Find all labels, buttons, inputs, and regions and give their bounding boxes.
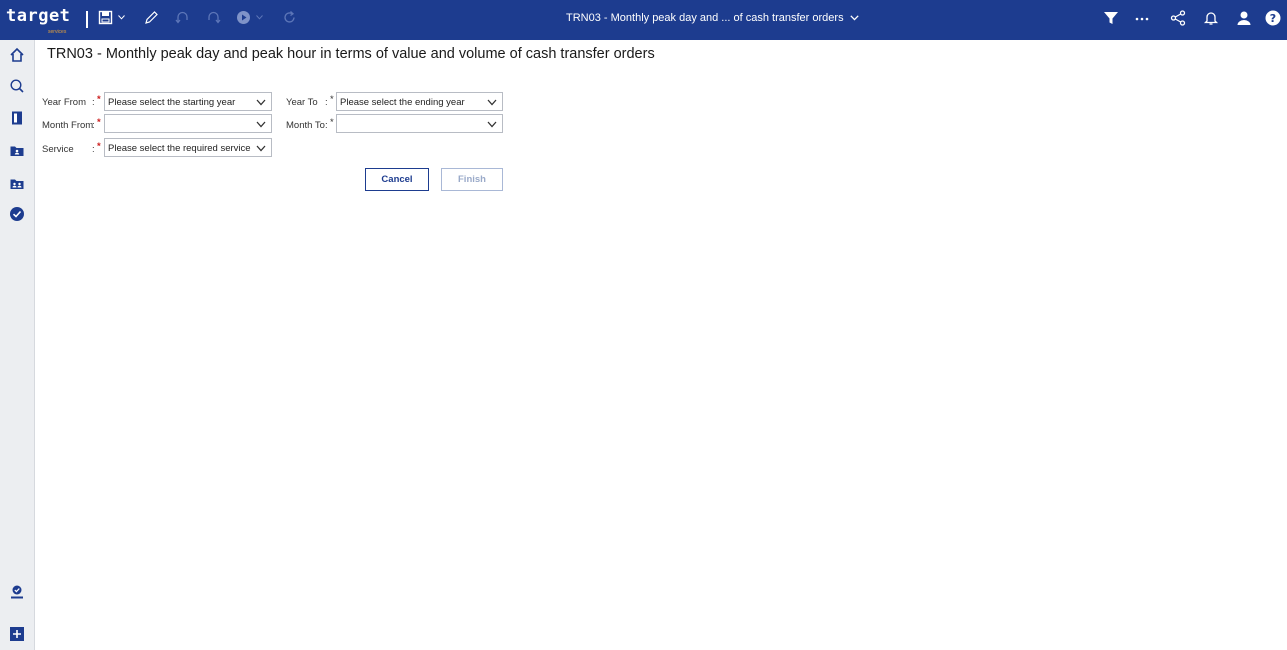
svg-text:?: ? [1270,12,1276,25]
more-options-icon[interactable] [1134,10,1150,26]
year-from-colon: : [92,97,95,108]
check-circle-icon[interactable] [9,206,25,222]
user-check-icon[interactable] [9,584,25,600]
save-dropdown-chevron-icon[interactable] [118,15,125,20]
finish-button[interactable]: Finish [441,168,503,191]
service-required-mark: * [97,141,101,152]
month-from-label: Month From [42,120,94,131]
year-from-label: Year From [42,97,86,108]
year-from-required-mark: * [97,94,101,105]
redo-icon[interactable] [206,10,221,25]
edit-pencil-icon[interactable] [144,10,159,25]
service-value: Please select the required service [108,143,251,154]
logo-text: target [6,6,71,26]
chevron-down-icon [487,98,497,109]
undo-icon[interactable] [175,10,190,25]
run-icon[interactable] [236,10,251,25]
month-from-select[interactable] [104,114,272,133]
service-select[interactable]: Please select the required service [104,138,272,157]
year-to-select[interactable]: Please select the ending year [336,92,503,111]
team-folder-icon[interactable] [9,176,25,192]
service-colon: : [92,144,95,155]
logo-subtext: services [48,29,67,35]
folder-icon[interactable] [9,143,25,159]
target-logo[interactable]: target services [6,6,71,36]
document-title-dropdown[interactable]: TRN03 - Monthly peak day and ... of cash… [566,12,859,24]
chevron-down-icon [256,98,266,109]
notification-bell-icon[interactable] [1203,10,1219,26]
save-icon[interactable] [98,10,113,25]
user-profile-icon[interactable] [1236,10,1252,26]
year-to-colon: : [325,97,328,108]
chevron-down-icon [256,144,266,155]
top-header-bar: target services TRN03 - Monthly peak day… [0,0,1287,40]
logo-divider [86,11,88,28]
year-to-label: Year To [286,97,318,108]
filter-icon[interactable] [1103,10,1119,26]
run-dropdown-chevron-icon[interactable] [256,15,263,20]
help-icon[interactable]: ? [1265,10,1281,26]
service-label: Service [42,144,74,155]
documents-icon[interactable] [9,110,25,126]
year-from-value: Please select the starting year [108,97,236,108]
document-title: TRN03 - Monthly peak day and ... of cash… [566,12,844,24]
year-to-required-mark: * [330,94,334,105]
month-to-label: Month To [286,120,325,131]
chevron-down-icon [256,120,266,131]
month-from-colon: : [92,120,95,131]
month-to-required-mark: * [330,117,334,128]
home-icon[interactable] [0,40,34,70]
page-title: TRN03 - Monthly peak day and peak hour i… [47,46,655,62]
add-icon[interactable] [9,626,25,642]
month-from-required-mark: * [97,117,101,128]
cancel-button[interactable]: Cancel [365,168,429,191]
chevron-down-icon [487,120,497,131]
left-sidebar [0,40,35,650]
month-to-select[interactable] [336,114,503,133]
share-icon[interactable] [1170,10,1186,26]
year-to-value: Please select the ending year [340,97,465,108]
chevron-down-icon [849,12,859,24]
year-from-select[interactable]: Please select the starting year [104,92,272,111]
month-to-colon: : [325,120,328,131]
refresh-icon[interactable] [282,10,297,25]
search-icon[interactable] [9,78,25,94]
